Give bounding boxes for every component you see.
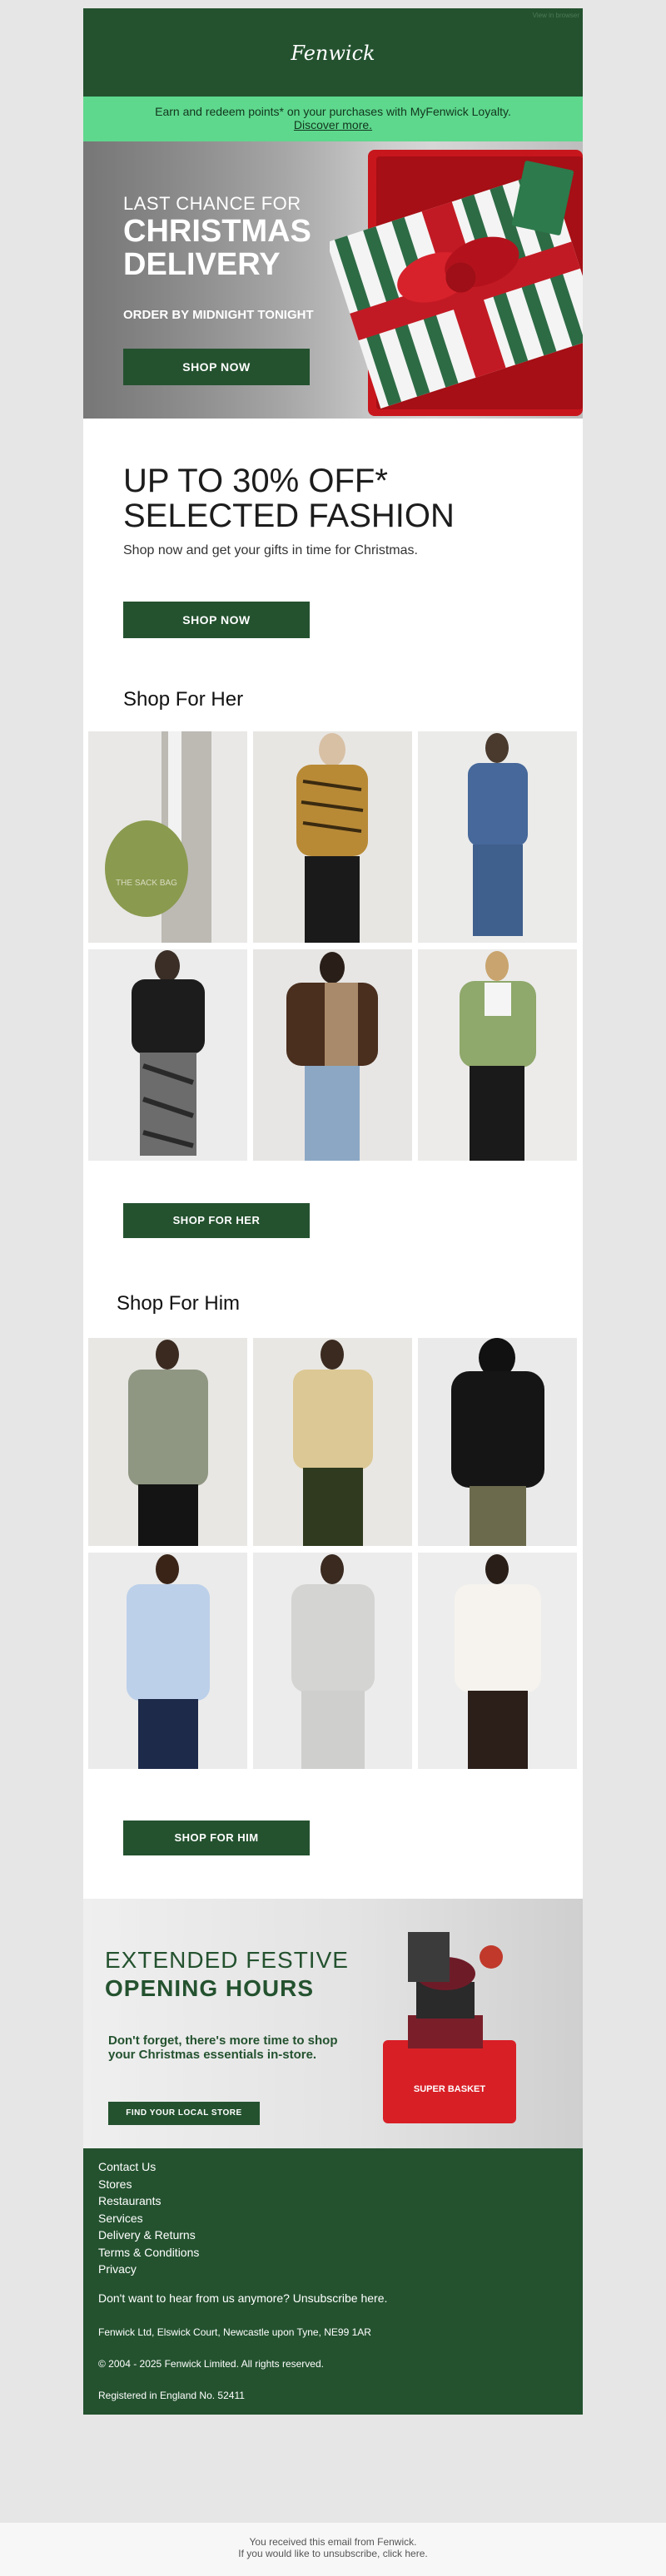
unsubscribe-link[interactable]: Don't want to hear from us anymore? Unsu… <box>98 2291 387 2305</box>
bag-print-text: THE SACK BAG <box>116 879 177 888</box>
product-tile[interactable] <box>253 731 412 943</box>
hero-banner[interactable]: LAST CHANCE FOR CHRISTMAS DELIVERY ORDER… <box>83 141 583 419</box>
opening-title: OPENING HOURS <box>105 1975 315 2001</box>
product-tile[interactable] <box>418 1338 577 1546</box>
email-container: View in browser Fenwick Earn and redeem … <box>83 8 583 2415</box>
gift-box-image <box>330 150 583 416</box>
footer-link-delivery[interactable]: Delivery & Returns <box>98 2227 199 2244</box>
offer-subtitle: Shop now and get your gifts in time for … <box>123 543 418 557</box>
shop-for-her-heading: Shop For Her <box>123 688 244 711</box>
footer-links: Contact Us Stores Restaurants Services D… <box>98 2158 199 2278</box>
copyright-text: © 2004 - 2025 Fenwick Limited. All right… <box>98 2358 324 2370</box>
company-address: Fenwick Ltd, Elswick Court, Newcastle up… <box>98 2326 371 2338</box>
product-tile[interactable] <box>418 1553 577 1769</box>
registration-text: Registered in England No. 52411 <box>98 2390 245 2401</box>
discover-more-link[interactable]: Discover more. <box>294 118 372 131</box>
basket-label: SUPER BASKET <box>414 2084 485 2094</box>
hero-subtitle: ORDER BY MIDNIGHT TONIGHT <box>123 308 314 322</box>
bottom-unsubscribe-link[interactable]: If you would like to unsubscribe, click … <box>0 2548 666 2559</box>
basket-image: SUPER BASKET <box>383 1932 516 2123</box>
product-tile[interactable]: THE SACK BAG <box>88 731 247 943</box>
opening-hours-banner[interactable]: SUPER BASKET EXTENDED FESTIVE OPENING HO… <box>83 1899 583 2148</box>
product-tile[interactable] <box>88 1338 247 1546</box>
shop-for-her-button[interactable]: SHOP FOR HER <box>123 1203 310 1238</box>
product-tile[interactable] <box>253 1553 412 1769</box>
product-tile[interactable] <box>88 1553 247 1769</box>
her-product-grid: THE SACK BAG <box>88 731 578 1161</box>
opening-kicker: EXTENDED FESTIVE <box>105 1947 349 1973</box>
hero-title: CHRISTMAS DELIVERY <box>123 214 311 282</box>
view-online-link[interactable]: View in browser <box>533 12 579 19</box>
opening-body: Don't forget, there's more time to shop … <box>108 2034 338 2062</box>
header: View in browser Fenwick <box>83 8 583 97</box>
loyalty-text: Earn and redeem points* on your purchase… <box>155 105 511 118</box>
product-tile[interactable] <box>253 1338 412 1546</box>
product-tile[interactable] <box>253 949 412 1161</box>
fenwick-logo[interactable]: Fenwick <box>83 42 583 65</box>
find-store-button[interactable]: FIND YOUR LOCAL STORE <box>108 2102 260 2125</box>
offer-shop-now-button[interactable]: SHOP NOW <box>123 602 310 638</box>
him-product-grid <box>88 1338 578 1769</box>
footer-link-services[interactable]: Services <box>98 2210 199 2227</box>
footer-link-contact[interactable]: Contact Us <box>98 2158 199 2176</box>
footer-link-privacy[interactable]: Privacy <box>98 2261 199 2278</box>
hero-kicker: LAST CHANCE FOR <box>123 193 301 214</box>
loyalty-banner: Earn and redeem points* on your purchase… <box>83 97 583 141</box>
product-tile[interactable] <box>418 731 577 943</box>
product-tile[interactable] <box>418 949 577 1161</box>
hero-shop-now-button[interactable]: SHOP NOW <box>123 349 310 385</box>
shop-for-him-heading: Shop For Him <box>117 1292 241 1315</box>
shop-for-him-button[interactable]: SHOP FOR HIM <box>123 1821 310 1855</box>
offer-title: UP TO 30% OFF* SELECTED FASHION <box>123 463 455 534</box>
footer: Contact Us Stores Restaurants Services D… <box>83 2148 583 2415</box>
bottom-notice-line1: You received this email from Fenwick. <box>249 2536 417 2548</box>
bottom-notice: You received this email from Fenwick. If… <box>0 2523 666 2576</box>
product-tile[interactable] <box>88 949 247 1161</box>
footer-link-stores[interactable]: Stores <box>98 2176 199 2193</box>
footer-link-restaurants[interactable]: Restaurants <box>98 2192 199 2210</box>
footer-link-terms[interactable]: Terms & Conditions <box>98 2244 199 2261</box>
